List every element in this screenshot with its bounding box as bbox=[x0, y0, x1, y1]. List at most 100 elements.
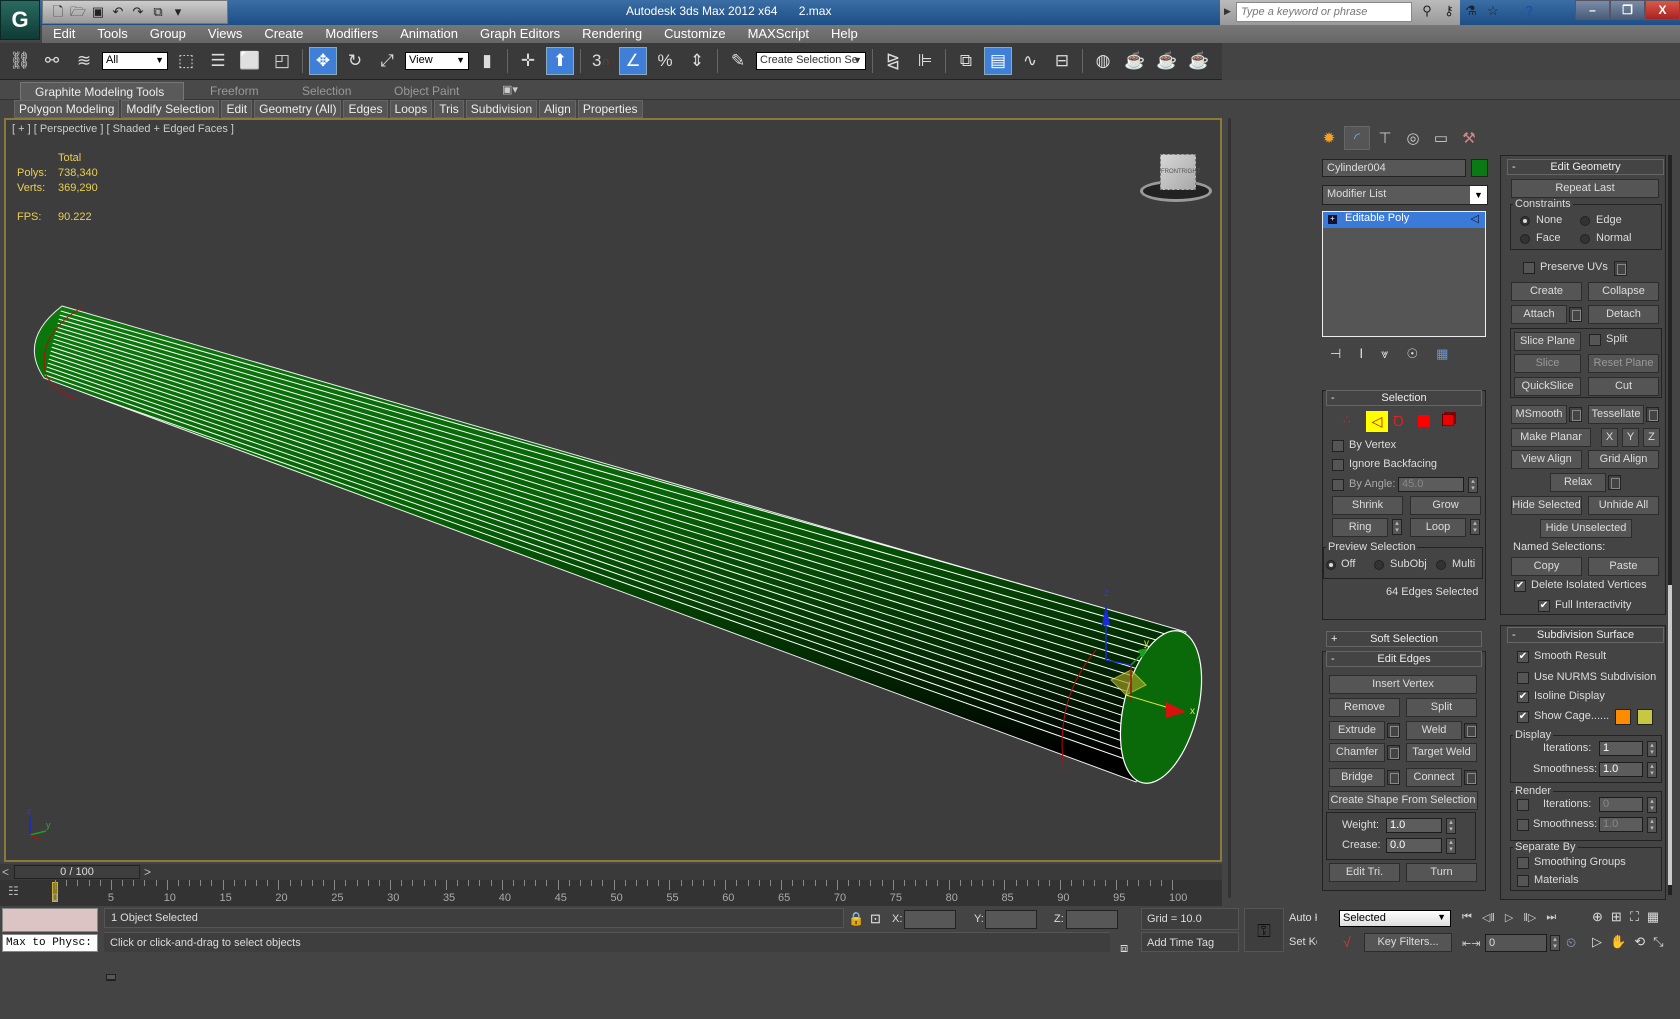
weight-spinner[interactable]: ▴ ▾ bbox=[1446, 818, 1456, 834]
edit-named-selection-icon[interactable]: ✎ bbox=[724, 47, 752, 75]
go-to-start-icon[interactable]: ⏮ bbox=[1462, 911, 1472, 924]
menu-group[interactable]: Group bbox=[139, 25, 197, 43]
select-manipulate-icon[interactable]: ✛ bbox=[514, 47, 542, 75]
save-icon[interactable]: ▣ bbox=[89, 3, 107, 21]
grow-button[interactable]: Grow bbox=[1410, 496, 1481, 515]
smoothing-groups-checkbox[interactable] bbox=[1517, 857, 1529, 869]
graphite-modeling-tools-icon[interactable]: ▤ bbox=[984, 47, 1012, 75]
z-coordinate-input[interactable] bbox=[1066, 910, 1118, 929]
msmooth-button[interactable]: MSmooth bbox=[1511, 405, 1567, 424]
loop-button[interactable]: Loop bbox=[1410, 518, 1466, 537]
star-icon[interactable]: ☆ bbox=[1484, 3, 1502, 21]
connect-button[interactable]: Connect bbox=[1406, 768, 1462, 787]
split-button[interactable]: Split bbox=[1406, 698, 1477, 717]
create-button[interactable]: Create bbox=[1511, 282, 1582, 301]
planar-z-button[interactable]: Z bbox=[1643, 428, 1660, 447]
edit-geometry-rollout-header[interactable]: - Edit Geometry bbox=[1507, 159, 1664, 175]
weld-settings-button[interactable] bbox=[1464, 723, 1477, 738]
crease-spinner[interactable]: ▴ ▾ bbox=[1446, 838, 1456, 854]
reset-plane-button[interactable]: Reset Plane bbox=[1588, 354, 1659, 373]
display-tab-icon[interactable]: ▭ bbox=[1428, 126, 1454, 150]
preview-multi-radio[interactable] bbox=[1436, 560, 1446, 570]
help-icon[interactable]: ? bbox=[1520, 3, 1538, 21]
panel-polygon-modeling[interactable]: Polygon Modeling bbox=[14, 100, 120, 118]
menu-maxscript[interactable]: MAXScript bbox=[737, 25, 820, 43]
utilities-tab-icon[interactable]: ⚒ bbox=[1456, 126, 1482, 150]
msmooth-settings-button[interactable] bbox=[1569, 407, 1582, 422]
chamfer-settings-button[interactable] bbox=[1387, 745, 1400, 760]
modify-tab-icon[interactable]: ◜ bbox=[1344, 126, 1370, 150]
ignore-backfacing-checkbox[interactable] bbox=[1332, 459, 1344, 471]
cage-color-swatch-2[interactable] bbox=[1637, 709, 1653, 725]
next-frame-icon[interactable]: ‖▷ bbox=[1523, 911, 1536, 924]
menu-tools[interactable]: Tools bbox=[86, 25, 138, 43]
panel-edit[interactable]: Edit bbox=[221, 100, 253, 118]
render-setup-icon[interactable]: ☕ bbox=[1121, 47, 1149, 75]
turn-button[interactable]: Turn bbox=[1406, 863, 1477, 882]
render-iterations-spinner[interactable]: ▴ ▾ bbox=[1647, 797, 1657, 813]
create-shape-button[interactable]: Create Shape From Selection bbox=[1328, 791, 1478, 810]
absolute-mode-transform-icon[interactable]: ⊡ bbox=[870, 911, 881, 927]
display-iterations-spinner[interactable]: ▴ ▾ bbox=[1647, 741, 1657, 757]
rectangular-selection-icon[interactable]: ⬜ bbox=[236, 47, 264, 75]
hierarchy-tab-icon[interactable]: ⊤ bbox=[1372, 126, 1398, 150]
panel-subdivision[interactable]: Subdivision bbox=[465, 100, 538, 118]
chevron-down-icon[interactable]: ▾ bbox=[169, 3, 187, 21]
key-mode-dropdown[interactable]: Selected ▼ bbox=[1339, 910, 1451, 927]
vertex-mode-icon[interactable]: ∴ bbox=[1343, 413, 1351, 427]
named-selection-sets-dropdown[interactable]: Create Selection Se bbox=[756, 52, 866, 70]
shrink-button[interactable]: Shrink bbox=[1332, 496, 1403, 515]
search-input[interactable]: Type a keyword or phrase bbox=[1236, 2, 1412, 22]
slice-button[interactable]: Slice bbox=[1514, 354, 1581, 373]
delete-isolated-checkbox[interactable]: ✔ bbox=[1514, 580, 1526, 592]
configure-modifier-sets-icon[interactable]: ▦ bbox=[1436, 346, 1448, 362]
modifier-list-dropdown[interactable]: Modifier List ▼ bbox=[1322, 185, 1488, 205]
display-smoothness-spinner[interactable]: ▴ ▾ bbox=[1647, 762, 1657, 778]
bind-space-warp-icon[interactable]: ≋ bbox=[70, 47, 98, 75]
constraint-normal-radio[interactable] bbox=[1580, 234, 1590, 244]
viewcube[interactable]: FRONT RIGHT bbox=[1140, 148, 1214, 204]
preview-off-radio[interactable] bbox=[1326, 560, 1336, 570]
full-interactivity-checkbox[interactable]: ✔ bbox=[1538, 600, 1550, 612]
key-icon[interactable]: ⚷ bbox=[1440, 3, 1458, 21]
panel-tris[interactable]: Tris bbox=[434, 100, 464, 118]
cut-button[interactable]: Cut bbox=[1588, 377, 1659, 396]
panel-properties[interactable]: Properties bbox=[577, 100, 643, 118]
extrude-settings-button[interactable] bbox=[1387, 723, 1400, 738]
set-key-button[interactable]: ⚿ bbox=[1244, 908, 1284, 952]
keyboard-shortcut-override-icon[interactable]: ⬆ bbox=[546, 47, 574, 75]
current-frame-input[interactable]: 0 bbox=[1485, 934, 1547, 952]
make-planar-button[interactable]: Make Planar bbox=[1511, 428, 1591, 447]
panel-modify-selection[interactable]: Modify Selection bbox=[121, 100, 220, 118]
selection-rollout-header[interactable]: - Selection bbox=[1326, 390, 1482, 406]
relax-button[interactable]: Relax bbox=[1550, 473, 1606, 492]
hide-selected-button[interactable]: Hide Selected bbox=[1511, 496, 1582, 515]
attach-button[interactable]: Attach bbox=[1511, 305, 1567, 324]
minimize-button[interactable]: – bbox=[1575, 0, 1610, 20]
binoculars-icon[interactable]: ⚲ bbox=[1418, 3, 1436, 21]
schematic-view-icon[interactable]: ⊟ bbox=[1048, 47, 1076, 75]
ribbon-options-icon[interactable]: ▣▾ bbox=[502, 83, 518, 96]
select-object-icon[interactable]: ⬚ bbox=[172, 47, 200, 75]
soft-selection-rollout-header[interactable]: + Soft Selection bbox=[1326, 631, 1482, 647]
preserve-uvs-settings-button[interactable] bbox=[1614, 261, 1627, 276]
key-filters-button[interactable]: Key Filters... bbox=[1364, 933, 1452, 952]
paste-button[interactable]: Paste bbox=[1588, 557, 1659, 576]
connect-settings-button[interactable] bbox=[1464, 770, 1477, 785]
viewcube-box[interactable]: FRONT RIGHT bbox=[1160, 154, 1200, 190]
menu-animation[interactable]: Animation bbox=[389, 25, 469, 43]
element-mode-icon[interactable] bbox=[1442, 414, 1454, 426]
constraint-none-radio[interactable] bbox=[1520, 216, 1530, 226]
next-frame-arrow[interactable]: > bbox=[144, 865, 151, 879]
panel-loops[interactable]: Loops bbox=[389, 100, 433, 118]
tab-freeform[interactable]: Freeform bbox=[196, 82, 273, 100]
tab-selection[interactable]: Selection bbox=[288, 82, 365, 100]
track-bar[interactable]: ☷ 0 5 10 15 20 25 30 35 40 45 50 55 60 65 70 75 80 85 90 95… bbox=[0, 880, 1222, 906]
detach-button[interactable]: Detach bbox=[1588, 305, 1659, 324]
link-icon[interactable]: ⛓ bbox=[6, 47, 34, 75]
subdivision-rollout-header[interactable]: - Subdivision Surface bbox=[1507, 627, 1664, 643]
selection-lock-icon[interactable]: 🔒 bbox=[848, 911, 864, 927]
copy-button[interactable]: Copy bbox=[1511, 557, 1582, 576]
window-crossing-icon[interactable]: ◰ bbox=[268, 47, 296, 75]
menu-views[interactable]: Views bbox=[197, 25, 253, 43]
